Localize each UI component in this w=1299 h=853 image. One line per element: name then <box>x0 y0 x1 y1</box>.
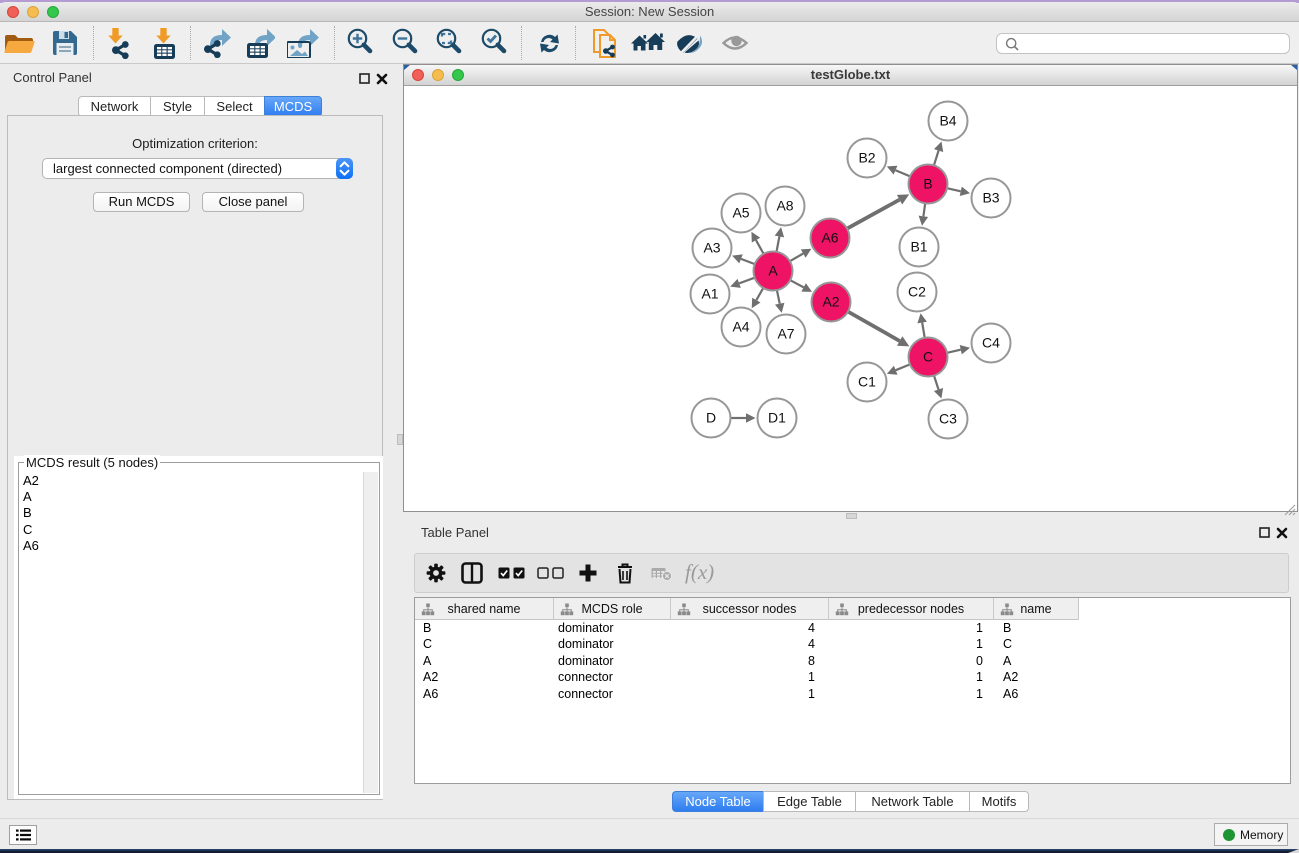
svg-text:A6: A6 <box>821 230 838 246</box>
svg-text:A1: A1 <box>701 286 718 302</box>
svg-text:A3: A3 <box>703 240 720 256</box>
svg-text:D1: D1 <box>768 410 786 426</box>
svg-text:A4: A4 <box>732 319 749 335</box>
svg-text:B: B <box>923 176 932 192</box>
svg-text:C2: C2 <box>908 284 926 300</box>
svg-text:B1: B1 <box>910 239 927 255</box>
svg-text:A8: A8 <box>776 198 793 214</box>
svg-text:A7: A7 <box>777 326 794 342</box>
svg-text:B2: B2 <box>858 150 875 166</box>
svg-text:B3: B3 <box>982 190 999 206</box>
svg-text:C: C <box>923 349 933 365</box>
svg-text:D: D <box>706 410 716 426</box>
svg-text:B4: B4 <box>939 113 956 129</box>
svg-text:C3: C3 <box>939 411 957 427</box>
svg-text:C1: C1 <box>858 374 876 390</box>
svg-text:A2: A2 <box>822 294 839 310</box>
svg-text:A5: A5 <box>732 205 749 221</box>
svg-text:C4: C4 <box>982 335 1000 351</box>
svg-text:A: A <box>768 263 778 279</box>
